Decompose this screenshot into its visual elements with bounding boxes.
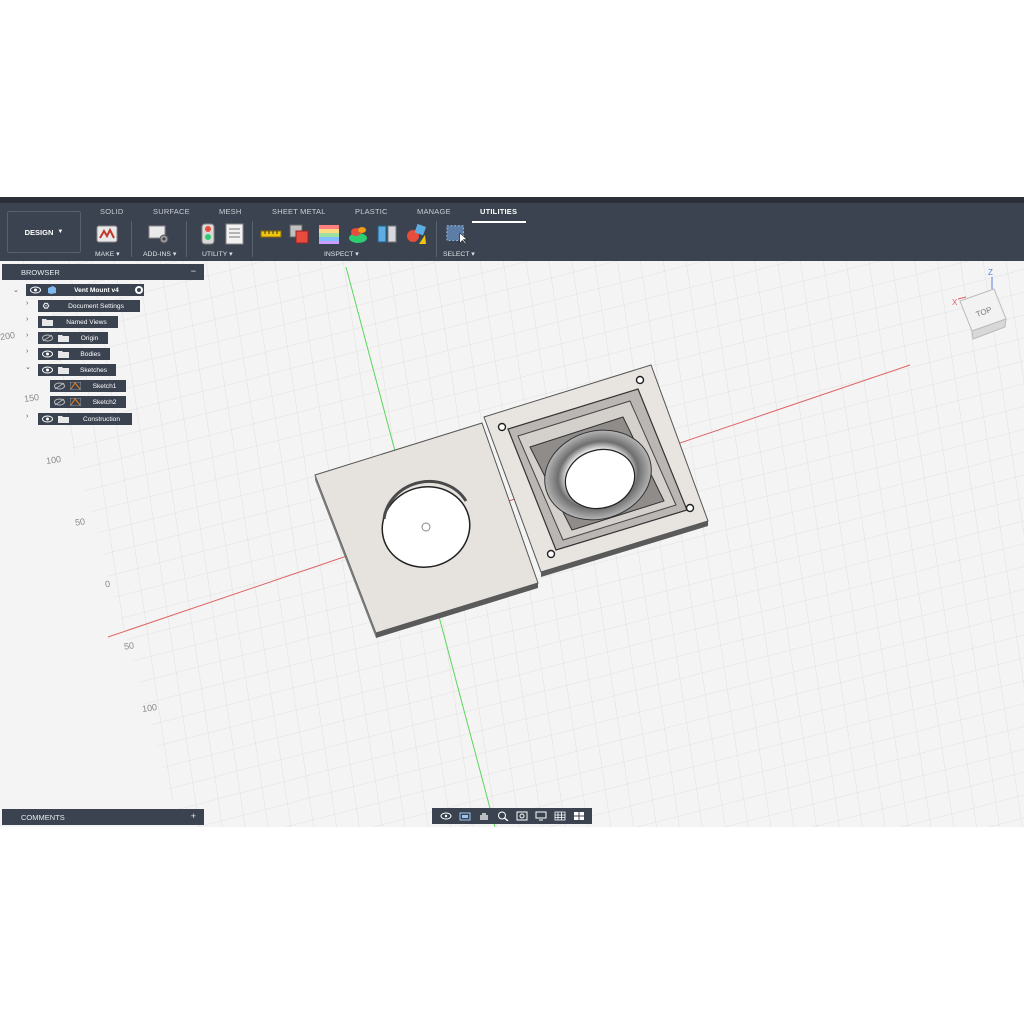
collapse-icon[interactable]: − <box>191 266 196 276</box>
display-settings-icon[interactable] <box>535 811 547 821</box>
browser-item-bodies[interactable]: Bodies <box>38 348 110 360</box>
model-canvas[interactable]: TOP X Z <box>0 261 1024 827</box>
workspace-label: DESIGN <box>24 227 54 237</box>
group-separator <box>186 221 187 257</box>
tab-manage[interactable]: MANAGE <box>417 207 451 216</box>
chevron-right-icon[interactable]: › <box>26 316 28 323</box>
pan-hand-icon[interactable] <box>478 811 490 821</box>
browser-panel-header[interactable]: BROWSER − <box>2 264 204 280</box>
eye-icon[interactable] <box>42 350 53 358</box>
look-at-icon[interactable] <box>459 811 471 821</box>
eye-icon[interactable] <box>30 286 41 294</box>
ruler-label: 50 <box>74 516 86 528</box>
browser-item-sketch1[interactable]: Sketch1 <box>50 380 126 392</box>
gear-icon: ⚙ <box>42 300 51 311</box>
chevron-down-icon: ▼ <box>57 229 64 235</box>
ruler-label: 200 <box>0 330 16 342</box>
navigation-bar <box>432 808 592 824</box>
tab-sheet-metal[interactable]: SHEET METAL <box>272 207 326 216</box>
chevron-right-icon[interactable]: › <box>26 332 28 339</box>
ruler-label: 150 <box>23 392 40 404</box>
eye-icon[interactable] <box>42 366 53 374</box>
viewcube-z-label: Z <box>988 268 993 277</box>
folder-icon <box>58 335 69 342</box>
group-label-make[interactable]: MAKE ▾ <box>95 250 120 258</box>
section-analysis-icon[interactable] <box>376 223 398 245</box>
interference-icon[interactable] <box>288 223 310 245</box>
3d-print-icon[interactable] <box>96 223 118 245</box>
scripts-addins-icon[interactable] <box>148 223 170 245</box>
viewcube-x-label: X <box>952 298 958 307</box>
browser-root-item[interactable]: Vent Mount v4 <box>26 284 144 296</box>
fit-icon[interactable] <box>516 811 528 821</box>
active-tab-indicator <box>472 221 526 223</box>
eye-icon[interactable] <box>42 415 53 423</box>
eye-hidden-icon[interactable] <box>42 334 53 342</box>
tab-solid[interactable]: SOLID <box>100 207 124 216</box>
folder-icon <box>58 351 69 358</box>
ruler-label: 100 <box>141 702 158 714</box>
eye-hidden-icon[interactable] <box>54 382 65 390</box>
group-label-select[interactable]: SELECT ▾ <box>443 250 475 258</box>
canvas-viewport[interactable]: TOP X Z 200 150 100 50 0 50 100 <box>0 261 1024 827</box>
browser-item-document-settings[interactable]: ⚙ Document Settings <box>38 300 140 312</box>
orbit-icon[interactable] <box>440 811 452 821</box>
zoom-icon[interactable] <box>497 811 509 821</box>
comments-panel-header[interactable]: COMMENTS + <box>2 809 204 825</box>
parameters-icon[interactable] <box>224 223 246 245</box>
browser-item-construction[interactable]: Construction <box>38 413 132 425</box>
tab-surface[interactable]: SURFACE <box>153 207 190 216</box>
sketch-icon <box>70 382 81 390</box>
window-select-icon[interactable] <box>446 223 468 245</box>
center-of-mass-icon[interactable] <box>405 223 427 245</box>
group-label-addins[interactable]: ADD-INS ▾ <box>143 250 176 258</box>
measure-icon[interactable] <box>260 223 282 245</box>
group-label-utility[interactable]: UTILITY ▾ <box>202 250 233 258</box>
sketch-icon <box>70 398 81 406</box>
component-icon <box>48 286 56 294</box>
folder-icon <box>58 367 69 374</box>
eye-hidden-icon[interactable] <box>54 398 65 406</box>
chevron-down-icon[interactable]: ⌄ <box>25 363 31 371</box>
chevron-down-icon[interactable]: ⌄ <box>13 286 19 294</box>
browser-item-named-views[interactable]: Named Views <box>38 316 118 328</box>
folder-icon <box>42 319 53 326</box>
comments-title: COMMENTS <box>21 812 65 822</box>
chevron-right-icon[interactable]: › <box>26 348 28 355</box>
folder-icon <box>58 416 69 423</box>
viewports-icon[interactable] <box>573 811 585 821</box>
browser-item-sketch2[interactable]: Sketch2 <box>50 396 126 408</box>
ruler-label: 100 <box>45 454 62 466</box>
group-separator <box>131 221 132 257</box>
workspace-switcher-button[interactable]: DESIGN ▼ <box>7 211 81 253</box>
group-label-inspect[interactable]: INSPECT ▾ <box>324 250 359 258</box>
add-comment-icon[interactable]: + <box>191 811 196 821</box>
tab-mesh[interactable]: MESH <box>219 207 241 216</box>
root-component-label: Vent Mount v4 <box>74 286 119 294</box>
chevron-right-icon[interactable]: › <box>26 413 28 420</box>
zebra-analysis-icon[interactable] <box>318 223 340 245</box>
grid-settings-icon[interactable] <box>554 811 566 821</box>
browser-title: BROWSER <box>21 267 60 277</box>
chevron-right-icon[interactable]: › <box>26 300 28 307</box>
fusion-window: DESIGN ▼ SOLID SURFACE MESH SHEET METAL … <box>0 197 1024 827</box>
group-separator <box>252 221 253 257</box>
group-separator <box>436 221 437 257</box>
draft-analysis-icon[interactable] <box>347 223 369 245</box>
browser-item-sketches[interactable]: Sketches <box>38 364 116 376</box>
traffic-light-icon[interactable] <box>197 223 219 245</box>
browser-item-origin[interactable]: Origin <box>38 332 108 344</box>
ribbon-toolbar: DESIGN ▼ SOLID SURFACE MESH SHEET METAL … <box>0 203 1024 261</box>
ruler-label: 50 <box>123 640 135 652</box>
tab-utilities[interactable]: UTILITIES <box>480 207 517 216</box>
activate-radio-icon[interactable] <box>134 285 144 295</box>
tab-plastic[interactable]: PLASTIC <box>355 207 388 216</box>
